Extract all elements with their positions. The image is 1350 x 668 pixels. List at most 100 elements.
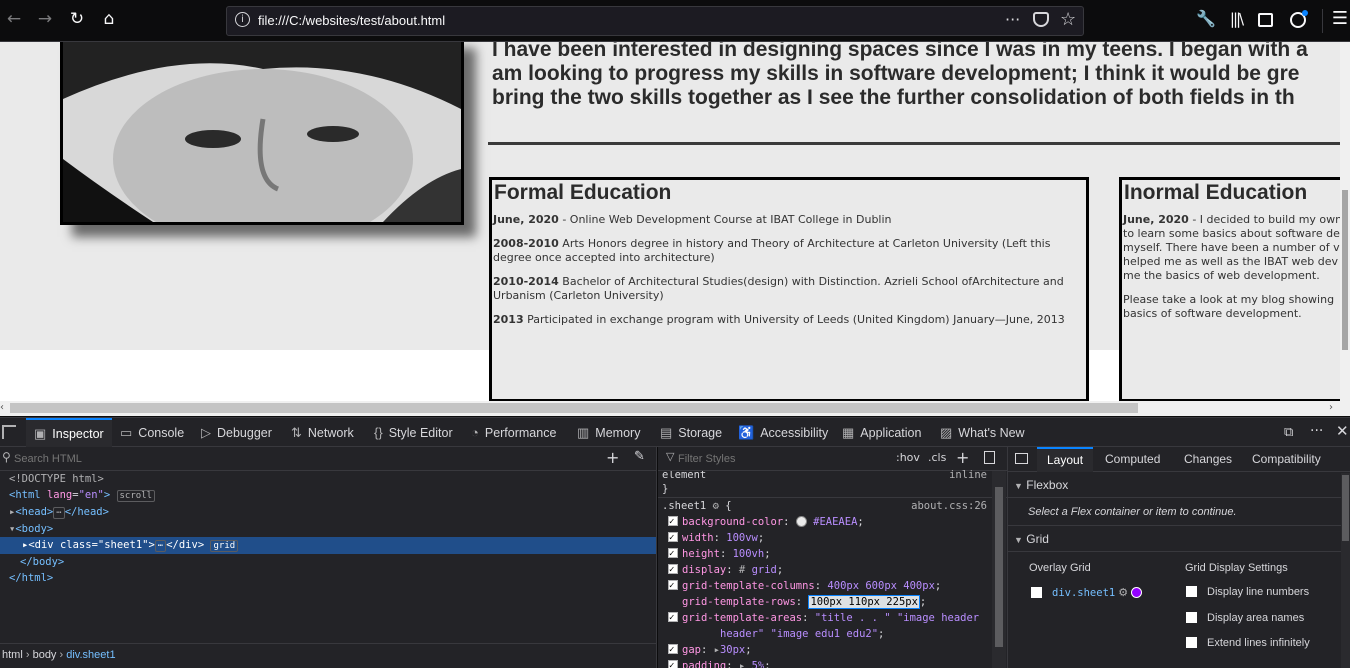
tab-accessibility[interactable]: ♿ Accessibility	[738, 418, 828, 447]
scroll-right-icon[interactable]: ›	[1329, 402, 1333, 413]
url-text[interactable]: file:///C:/websites/test/about.html	[258, 13, 445, 28]
tab-computed[interactable]: Computed	[1105, 447, 1160, 472]
color-swatch[interactable]	[795, 516, 807, 527]
tab-network[interactable]: ⇅ Network	[291, 418, 354, 447]
layout-scroll-thumb[interactable]	[1342, 475, 1349, 541]
grid-section-header[interactable]: ▼ Grid	[1008, 526, 1350, 552]
sidebar-icon[interactable]	[1258, 13, 1273, 27]
decl-checkbox[interactable]	[668, 610, 678, 626]
grid-badge[interactable]: grid	[210, 540, 239, 552]
decl-checkbox[interactable]	[668, 514, 678, 530]
tab-performance[interactable]: ◔ Performance	[471, 418, 556, 447]
tab-console[interactable]: ▭ Console	[120, 418, 184, 447]
library-icon[interactable]: |||\	[1224, 9, 1248, 33]
bookmark-star-icon[interactable]: ☆	[1060, 9, 1076, 30]
filter-styles-input[interactable]	[678, 449, 878, 469]
back-icon[interactable]: ←	[2, 9, 26, 33]
option-checkbox[interactable]	[1186, 637, 1197, 648]
dom-div-node-selected[interactable]: ▸<div class="sheet1"> ⋯ </div> grid	[0, 537, 656, 554]
decl-value[interactable]: "title . . " "image header	[815, 612, 979, 624]
wrench-icon[interactable]: 🔧	[1194, 9, 1218, 33]
grid-icon[interactable]: #	[739, 564, 745, 576]
tab-application[interactable]: ▦ Application	[842, 418, 921, 447]
extend-lines-option[interactable]: Extend lines infinitely	[1186, 637, 1310, 649]
decl-checkbox[interactable]	[668, 546, 678, 562]
decl-prop[interactable]: grid-template-areas	[682, 612, 802, 624]
tab-storage[interactable]: ▤ Storage	[660, 418, 722, 447]
toggle-sidebar-icon[interactable]	[1015, 453, 1028, 464]
highlight-icon[interactable]: ⚙	[1118, 587, 1128, 599]
tab-inspector[interactable]: ▣ Inspector	[26, 418, 112, 447]
url-bar[interactable]: i file:///C:/websites/test/about.html ··…	[226, 6, 1084, 36]
home-icon[interactable]: ⌂	[97, 9, 121, 33]
decl-value[interactable]: 5%	[752, 660, 765, 668]
grid-color-swatch[interactable]	[1131, 587, 1143, 598]
option-checkbox[interactable]	[1186, 586, 1197, 597]
tab-layout[interactable]: Layout	[1037, 447, 1094, 472]
decl-value[interactable]: 100vh	[733, 548, 765, 560]
pocket-icon[interactable]	[1033, 12, 1049, 27]
decl-prop[interactable]: padding	[682, 660, 726, 668]
search-html-input[interactable]	[14, 449, 594, 469]
decl-checkbox[interactable]	[668, 562, 678, 578]
decl-checkbox[interactable]	[668, 658, 678, 668]
option-checkbox[interactable]	[1186, 612, 1197, 623]
dom-head-node[interactable]: ▸<head> ⋯ </head>	[0, 504, 656, 521]
collapsed-badge[interactable]: ⋯	[154, 540, 167, 552]
decl-prop[interactable]: grid-template-rows	[682, 596, 796, 608]
menu-icon[interactable]: ☰	[1328, 9, 1350, 33]
dom-body-node[interactable]: ▾<body>	[0, 521, 656, 537]
scroll-left-icon[interactable]: ‹	[0, 402, 4, 413]
page-actions-icon[interactable]: ···	[1005, 10, 1020, 29]
tab-changes[interactable]: Changes	[1184, 447, 1232, 472]
decl-prop[interactable]: width	[682, 532, 714, 544]
tab-debugger[interactable]: ▷ Debugger	[201, 418, 272, 447]
cls-toggle[interactable]: .cls	[928, 451, 946, 464]
grid-item-label[interactable]: div.sheet1	[1052, 587, 1115, 599]
decl-checkbox[interactable]	[668, 530, 678, 546]
expand-shorthand-icon[interactable]: ▸	[739, 660, 745, 668]
decl-checkbox[interactable]	[668, 578, 678, 594]
decl-value[interactable]: 400px 600px 400px	[827, 580, 934, 592]
rules-scroll-thumb[interactable]	[995, 487, 1003, 647]
print-simulation-icon[interactable]	[984, 451, 995, 464]
dock-icon[interactable]: ⧉	[1284, 425, 1293, 440]
breadcrumb-item[interactable]: html	[2, 649, 23, 661]
element-picker-icon[interactable]	[2, 425, 16, 439]
scroll-badge[interactable]: scroll	[116, 490, 156, 502]
tab-compatibility[interactable]: Compatibility	[1252, 447, 1321, 472]
decl-value[interactable]: 30px	[720, 644, 745, 656]
decl-prop[interactable]: gap	[682, 644, 701, 656]
breadcrumb-item[interactable]: body	[33, 649, 57, 661]
decl-value[interactable]: 100vw	[726, 532, 758, 544]
page-vertical-scroll-thumb[interactable]	[1342, 190, 1348, 350]
reload-icon[interactable]: ↻	[65, 9, 89, 33]
decl-prop[interactable]: background-color	[682, 516, 783, 528]
flexbox-section-header[interactable]: ▼ Flexbox	[1008, 472, 1350, 498]
hov-toggle[interactable]: :hov	[896, 451, 920, 464]
close-devtools-icon[interactable]: ✕	[1336, 422, 1349, 440]
display-line-numbers-option[interactable]: Display line numbers	[1186, 586, 1309, 598]
decl-value[interactable]: #EAEAEA	[813, 516, 857, 528]
decl-prop[interactable]: display	[682, 564, 726, 576]
breadcrumb-item[interactable]: div.sheet1	[66, 649, 115, 661]
page-horizontal-scroll-thumb[interactable]	[10, 403, 1138, 413]
info-icon[interactable]: i	[235, 12, 250, 27]
forward-icon[interactable]: →	[33, 9, 57, 33]
decl-value[interactable]: header" "image edu1 edu2"	[720, 628, 878, 640]
overlay-grid-checkbox[interactable]	[1031, 587, 1042, 598]
decl-checkbox[interactable]	[668, 642, 678, 658]
add-node-icon[interactable]: +	[606, 448, 619, 467]
eyedropper-icon[interactable]: ✎	[634, 449, 645, 464]
decl-value-input[interactable]: 100px 110px 225px	[808, 595, 920, 609]
decl-prop[interactable]: grid-template-columns	[682, 580, 815, 592]
dom-html-node[interactable]: <html lang="en"> scroll	[0, 487, 656, 504]
decl-value[interactable]: grid	[752, 564, 777, 576]
rule-source-link[interactable]: about.css:26	[911, 498, 987, 514]
tab-style-editor[interactable]: {} Style Editor	[374, 418, 453, 447]
rule-selector[interactable]: .sheet1	[662, 500, 706, 512]
add-rule-icon[interactable]: +	[956, 448, 969, 467]
tab-whats-new[interactable]: ▨ What's New	[940, 418, 1025, 447]
tab-memory[interactable]: ▥ Memory	[577, 418, 640, 447]
collapsed-badge[interactable]: ⋯	[53, 507, 65, 519]
